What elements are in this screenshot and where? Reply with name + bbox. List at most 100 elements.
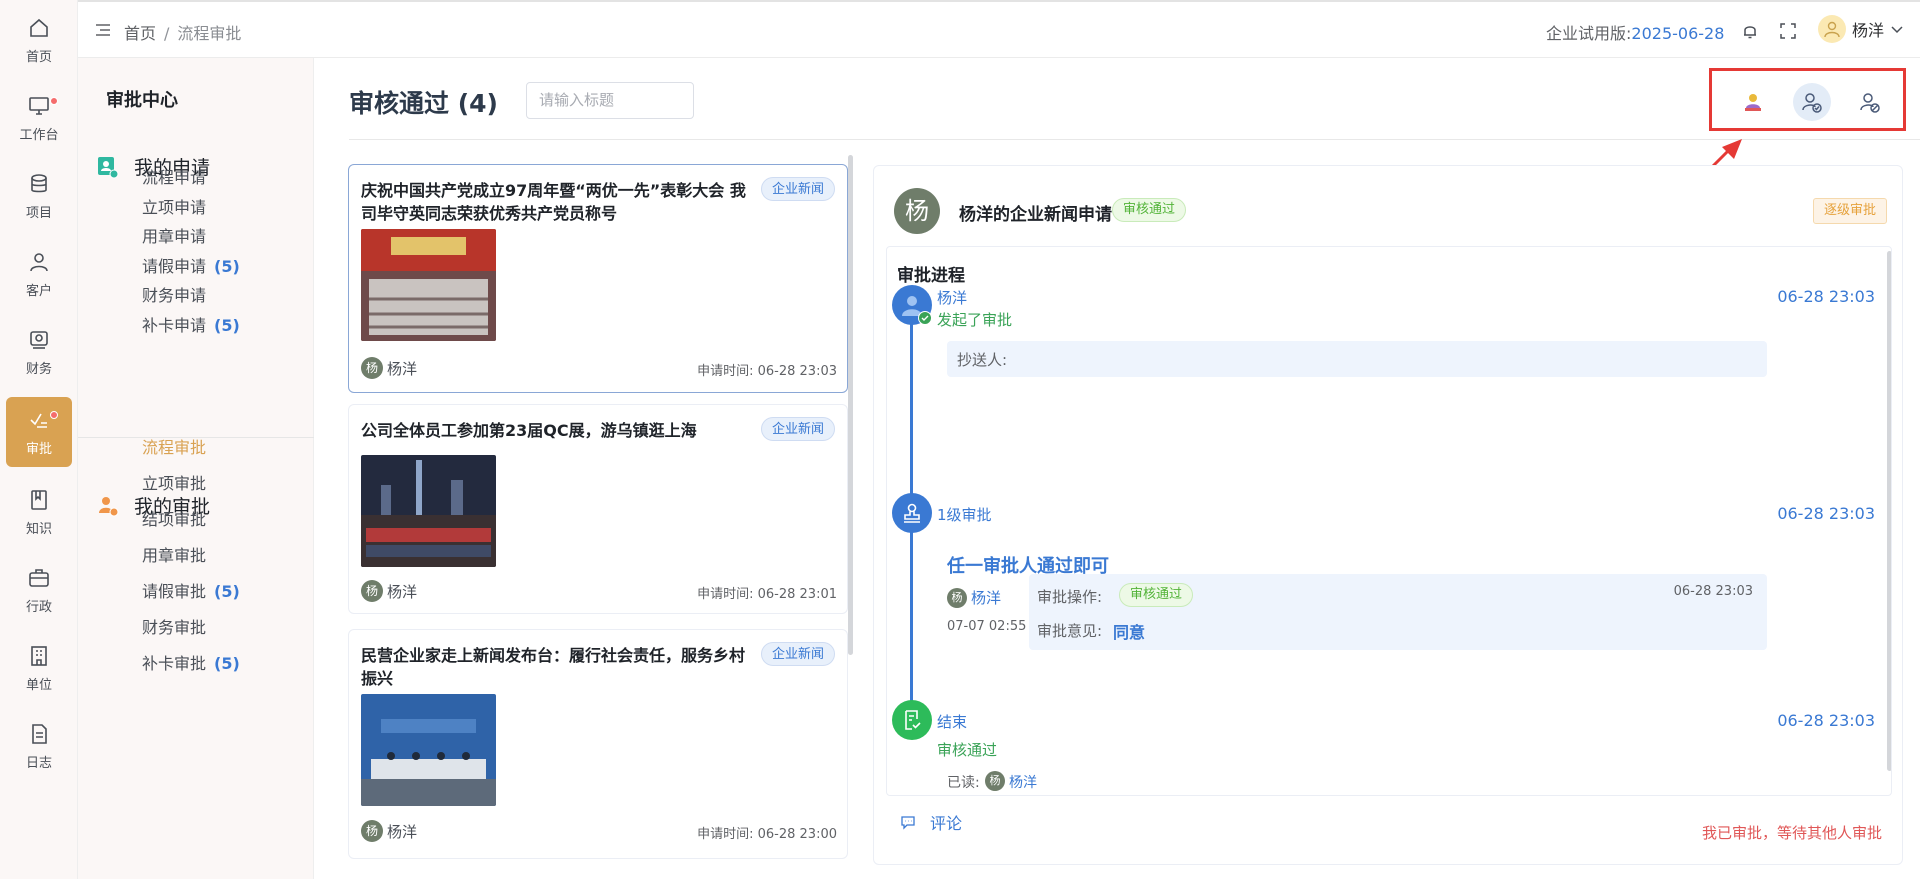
list-item[interactable]: 庆祝中国共产党成立97周年暨“两优一先”表彰大会 我司毕守英同志荣获优秀共产党员… — [348, 164, 848, 393]
approval-stamp-icon — [99, 496, 119, 516]
nav-label: 审批 — [25, 441, 52, 457]
count-badge: (5) — [214, 582, 240, 601]
user-menu[interactable]: 杨洋 — [1818, 15, 1904, 43]
breadcrumb: 首页 / 流程审批 — [124, 20, 241, 44]
sidebar-item-finance-request[interactable]: 财务申请 — [142, 282, 206, 306]
list-scrollbar[interactable] — [848, 155, 853, 655]
nav-item-finance[interactable]: 财务 — [6, 317, 72, 387]
waiting-status-text: 我已审批，等待其他人审批 — [1701, 824, 1882, 842]
sidebar-item-seal-approval[interactable]: 用章审批 — [142, 542, 206, 566]
sidebar-item-project-request[interactable]: 立项申请 — [142, 194, 206, 218]
list-item[interactable]: 民营企业家走上新闻发布台：履行社会责任，服务乡村振兴 企业新闻 杨 杨洋 申请时… — [348, 629, 848, 859]
approval-detail-panel: 杨 杨洋的企业新闻申请 审核通过 逐级审批 审批进程 杨洋 发起了审批 06-2… — [873, 165, 1903, 865]
opinion-text: 同意 — [1113, 623, 1146, 642]
approval-icon — [30, 413, 47, 428]
start-time: 06-28 23:03 — [1777, 287, 1875, 306]
nav-label: 知识 — [25, 521, 52, 537]
briefcase-icon — [29, 568, 49, 587]
sidebar-item-punch-approval[interactable]: 补卡审批 (5) — [142, 650, 240, 674]
count-badge: (5) — [214, 257, 240, 276]
sidebar-item-process-approval[interactable]: 流程审批 — [142, 434, 206, 458]
menu-toggle-icon[interactable] — [94, 21, 112, 39]
nav-label: 客户 — [25, 283, 52, 299]
breadcrumb-home[interactable]: 首页 — [124, 24, 156, 43]
sidebar-item-label: 立项审批 — [142, 474, 207, 493]
detail-scrollbar[interactable] — [1887, 251, 1891, 771]
end-label: 结束 — [937, 713, 968, 731]
progress-title: 审批进程 — [897, 266, 965, 286]
card-title: 庆祝中国共产党成立97周年暨“两优一先”表彰大会 我司毕守英同志荣获优秀共产党员… — [361, 181, 746, 223]
page-title: 审核通过 (4) — [349, 89, 498, 118]
sidebar-item-project-approval[interactable]: 立项审批 — [142, 470, 206, 494]
annotation-highlight-box — [1709, 68, 1906, 131]
op-status-badge: 审核通过 — [1119, 583, 1194, 607]
news-thumbnail — [361, 455, 496, 567]
bell-icon[interactable] — [1740, 21, 1760, 41]
nav-item-unit[interactable]: 单位 — [6, 633, 72, 703]
count-badge: (5) — [214, 654, 240, 673]
news-thumbnail — [361, 229, 496, 341]
fullscreen-icon[interactable] — [1778, 21, 1798, 41]
list-item[interactable]: 公司全体员工参加第23届QC展，游乌镇逛上海 企业新闻 杨 杨洋 申请时间: 0… — [348, 404, 848, 614]
nav-label: 日志 — [25, 755, 52, 771]
nav-item-home[interactable]: 首页 — [6, 5, 72, 75]
book-icon — [31, 489, 47, 510]
sidebar-item-label: 流程审批 — [142, 438, 207, 457]
sidebar-item-label: 补卡审批 — [142, 654, 207, 673]
count-badge: (5) — [214, 316, 240, 335]
sidebar-item-finance-approval[interactable]: 财务审批 — [142, 614, 206, 638]
nav-item-admin[interactable]: 行政 — [6, 555, 72, 625]
notification-dot — [50, 411, 58, 419]
sidebar-item-process-request[interactable]: 流程申请 — [142, 164, 206, 188]
level1-node — [892, 493, 932, 533]
read-label: 已读: — [947, 775, 980, 791]
sidebar-item-closing-approval[interactable]: 结项审批 — [142, 506, 206, 530]
sidebar-item-label: 立项申请 — [142, 198, 207, 217]
end-status: 审核通过 — [937, 741, 998, 759]
op-time: 06-28 23:03 — [1673, 584, 1753, 599]
category-tag: 企业新闻 — [761, 177, 836, 201]
sidebar-item-label: 请假申请 — [142, 257, 207, 276]
cc-box: 抄送人: — [947, 341, 1767, 377]
nav-item-customer[interactable]: 客户 — [6, 239, 72, 309]
nav-label: 首页 — [25, 49, 52, 65]
opinion-label: 审批意见: — [1037, 622, 1103, 640]
sidebar-item-punch-request[interactable]: 补卡申请 (5) — [142, 312, 240, 336]
user-icon — [30, 252, 48, 271]
nav-item-project[interactable]: 项目 — [6, 161, 72, 231]
card-title: 民营企业家走上新闻发布台：履行社会责任，服务乡村振兴 — [361, 646, 746, 688]
start-node — [892, 285, 932, 325]
nav-item-approval[interactable]: 审批 — [6, 397, 72, 467]
document-icon — [32, 723, 47, 744]
sidebar-item-label: 用章申请 — [142, 227, 207, 246]
finance-icon — [30, 330, 48, 349]
sidebar-item-leave-request[interactable]: 请假申请 (5) — [142, 253, 240, 277]
sidebar-item-seal-request[interactable]: 用章申请 — [142, 223, 206, 247]
nav-item-knowledge[interactable]: 知识 — [6, 477, 72, 547]
main-nav-rail: 首页 工作台 项目 客户 财务 审批 知识 行政 单位 日志 — [0, 0, 78, 879]
nav-item-log[interactable]: 日志 — [6, 711, 72, 781]
request-doc-icon — [98, 156, 119, 178]
author-avatar: 杨 — [361, 357, 383, 379]
trial-info: 企业试用版:2025-06-28 — [1546, 20, 1724, 44]
nav-item-workbench[interactable]: 工作台 — [6, 83, 72, 153]
search-input[interactable]: 请输入标题 — [526, 82, 694, 119]
sidebar-item-leave-approval[interactable]: 请假审批 (5) — [142, 578, 240, 602]
approval-mode-badge: 逐级审批 — [1813, 198, 1888, 224]
news-thumbnail — [361, 694, 496, 806]
author-avatar: 杨 — [361, 820, 383, 842]
request-time: 申请时间: 06-28 23:01 — [697, 587, 837, 602]
category-tag: 企业新闻 — [761, 417, 836, 441]
comment-button[interactable]: 评论 — [900, 810, 962, 834]
nav-label: 财务 — [25, 361, 52, 377]
detail-title: 杨洋的企业新闻申请 — [959, 205, 1112, 225]
chevron-down-icon — [1891, 26, 1903, 34]
reader-name: 杨洋 — [1009, 775, 1037, 791]
cc-label: 抄送人: — [957, 351, 1008, 369]
category-tag: 企业新闻 — [761, 642, 836, 666]
nav-label: 项目 — [25, 205, 52, 221]
nav-label: 工作台 — [19, 127, 59, 143]
author-name: 杨洋 — [387, 583, 418, 601]
status-badge: 审核通过 — [1112, 198, 1187, 222]
approver-name: 杨洋 — [971, 589, 1002, 607]
